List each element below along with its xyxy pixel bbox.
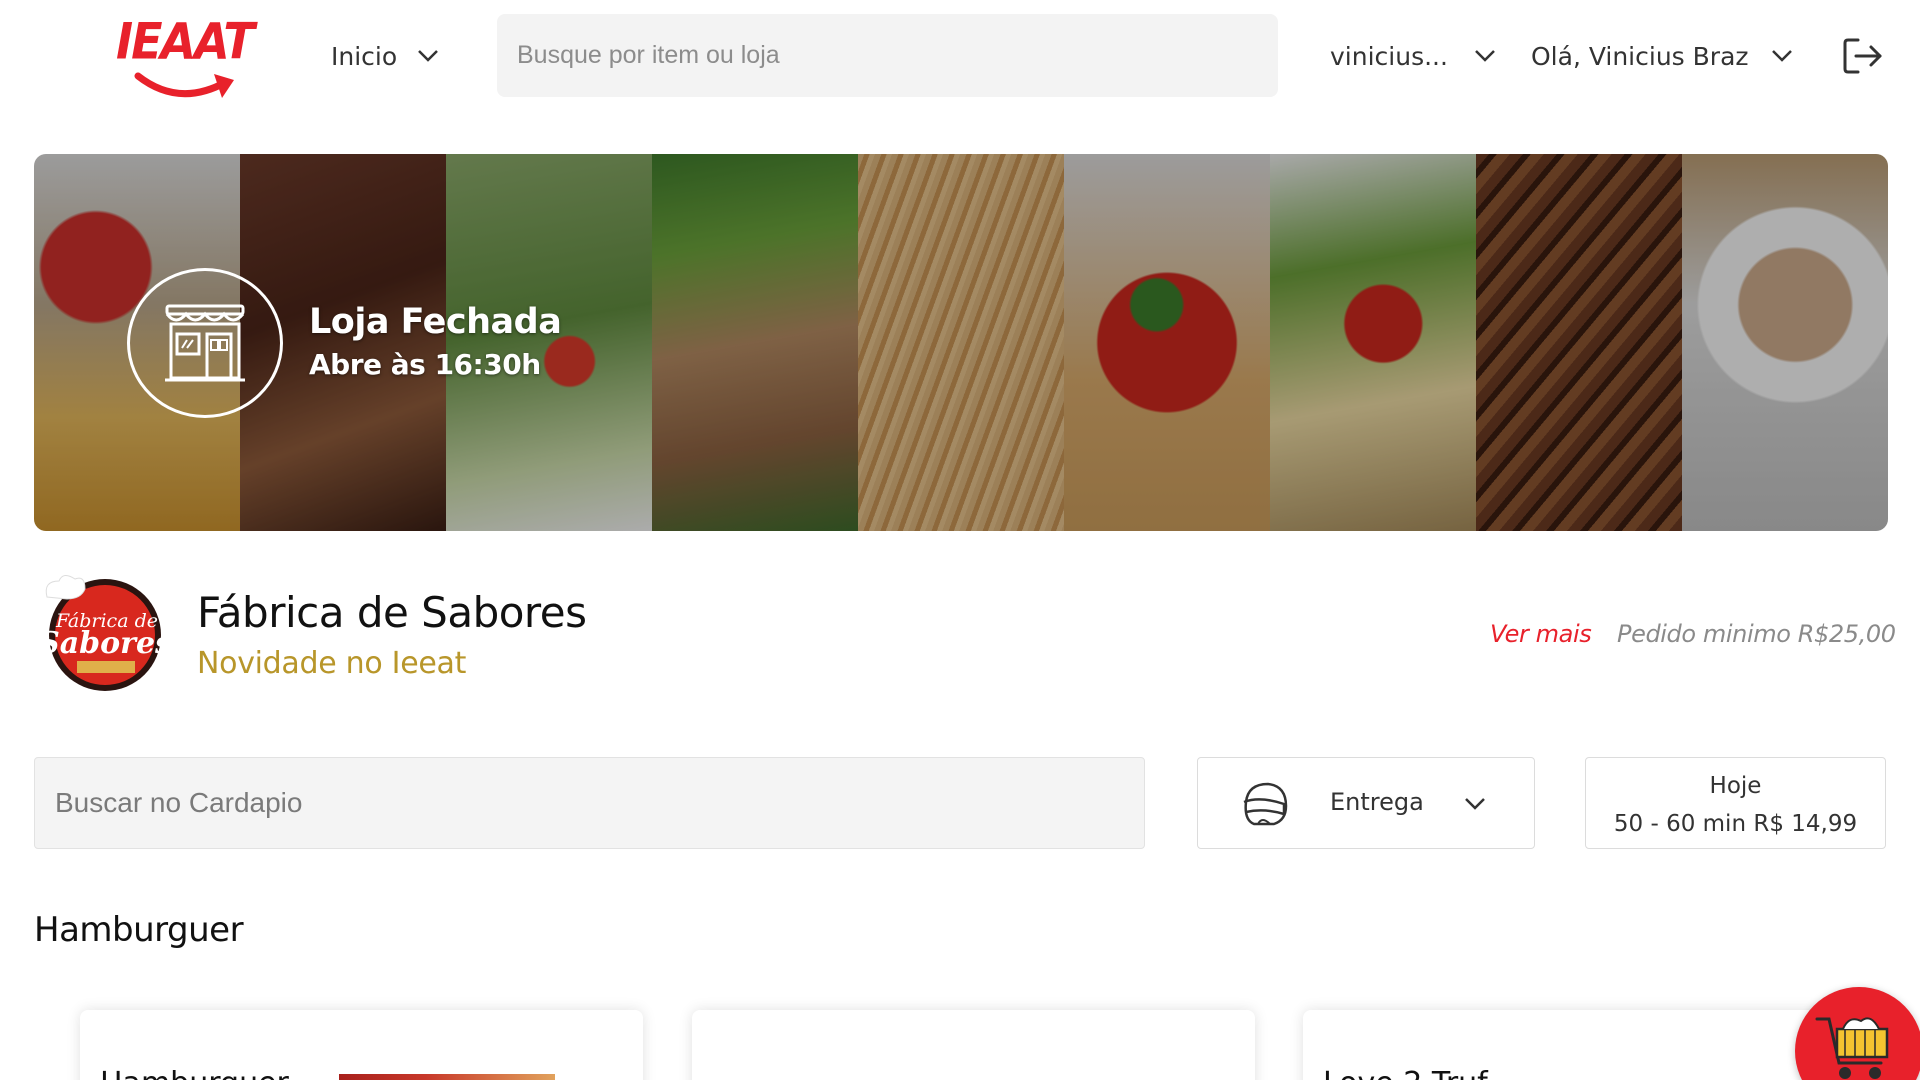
logout-icon[interactable] (1842, 37, 1884, 75)
eta-time-fee: 50 - 60 min R$ 14,99 (1613, 811, 1858, 837)
delivery-eta-box: Hoje 50 - 60 min R$ 14,99 (1585, 757, 1886, 849)
product-card-title: Hamburguer (100, 1066, 289, 1080)
minimum-order-text: Pedido minimo R$25,00 (1617, 620, 1896, 648)
nav-inicio-label: Inicio (331, 41, 398, 71)
product-card-image (339, 1074, 555, 1080)
product-card[interactable]: Love 2 Truf (1303, 1010, 1866, 1080)
banner-photo-grilled (1476, 154, 1682, 531)
banner-photo-fish (652, 154, 858, 531)
address-label: vinicius... (1330, 41, 1448, 71)
banner-photo-pasta (1064, 154, 1270, 531)
store-logo: Fábrica de Sabores (38, 575, 171, 691)
banner-photo-cappuccino (1682, 154, 1888, 531)
chevron-down-icon (1465, 798, 1485, 810)
brand-logo[interactable]: IEAAT (116, 11, 255, 98)
store-tagline: Novidade no Ieeat (197, 646, 467, 681)
product-card[interactable] (692, 1010, 1255, 1080)
chevron-down-icon (1475, 50, 1495, 62)
store-banner (34, 154, 1888, 531)
brand-logo-text: IEAAT (116, 11, 255, 71)
chevron-down-icon (418, 50, 439, 62)
store-status-title: Loja Fechada (309, 302, 562, 342)
store-name: Fábrica de Sabores (197, 588, 587, 637)
user-greeting: Olá, Vinicius Braz (1531, 41, 1749, 71)
store-logo-line2: Sabores (38, 626, 171, 661)
eta-day: Hoje (1709, 773, 1762, 799)
category-title: Hamburguer (34, 910, 244, 950)
product-card[interactable]: Hamburguer (80, 1010, 643, 1080)
shopping-cart-icon (1815, 1017, 1889, 1079)
nav-inicio-dropdown[interactable]: Inicio (331, 38, 439, 74)
global-search-input[interactable] (497, 14, 1278, 97)
banner-photo-taco (1270, 154, 1476, 531)
address-dropdown[interactable]: vinicius... (1330, 38, 1496, 74)
banner-photo-noodles (858, 154, 1064, 531)
smile-arrow-icon (134, 72, 234, 98)
delivery-mode-select[interactable]: Entrega (1197, 757, 1535, 849)
see-more-link[interactable]: Ver mais (1490, 620, 1592, 648)
storefront-icon (165, 304, 245, 382)
delivery-helmet-icon (1243, 782, 1288, 826)
delivery-mode-label: Entrega (1330, 788, 1424, 816)
store-closed-badge (127, 268, 283, 418)
banner-photo-salad (446, 154, 652, 531)
top-header: IEAAT Inicio vinicius... Olá, Vinicius B… (0, 0, 1920, 115)
store-status-subtitle: Abre às 16:30h (309, 348, 541, 381)
product-card-title: Love 2 Truf (1323, 1066, 1488, 1080)
menu-search-input[interactable] (34, 757, 1145, 849)
user-menu-dropdown[interactable]: Olá, Vinicius Braz (1531, 38, 1793, 74)
chevron-down-icon (1771, 50, 1792, 62)
cart-button[interactable] (1795, 987, 1920, 1080)
